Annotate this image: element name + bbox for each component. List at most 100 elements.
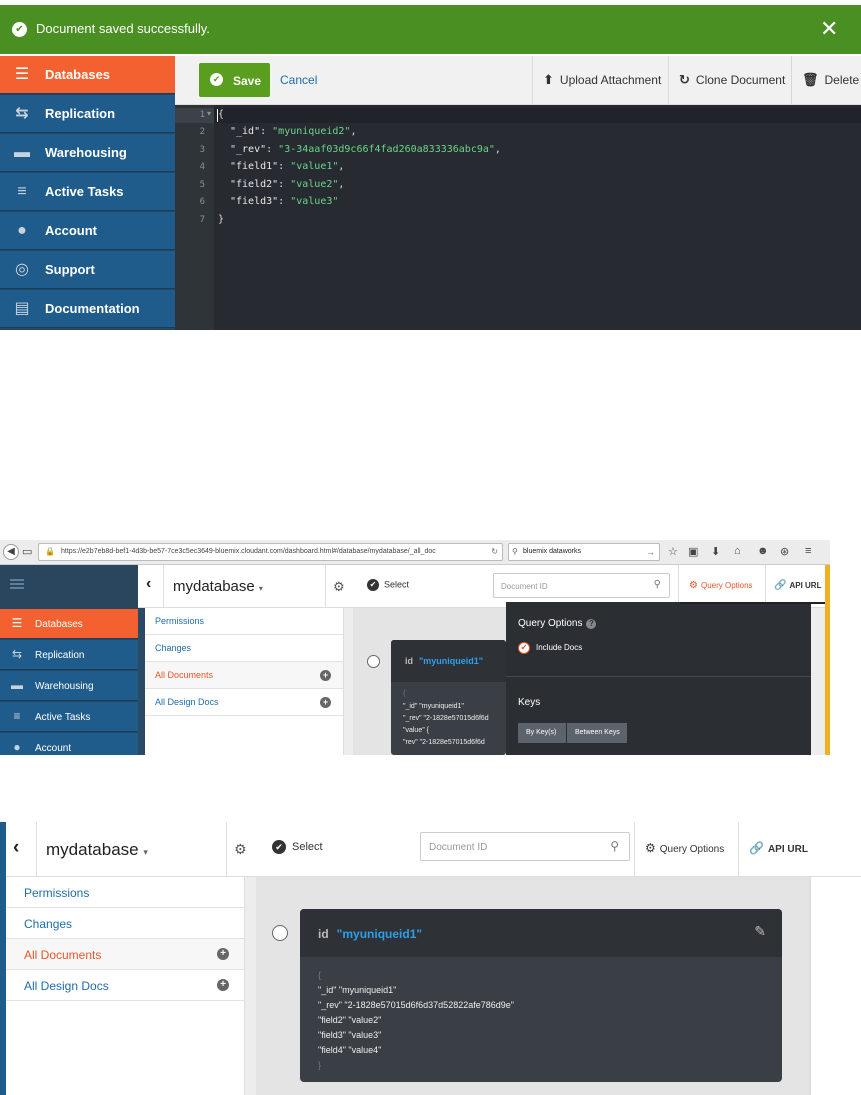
divider [325, 565, 326, 608]
sidebar-item-databases[interactable]: ☰ Databases [0, 56, 175, 94]
line-number: 1 [199, 110, 205, 120]
select-button[interactable]: ✔ Select [367, 579, 409, 591]
sidebar-item-support[interactable]: ◎ Support [0, 251, 175, 289]
between-keys-button[interactable]: Between Keys [567, 723, 627, 743]
plus-icon[interactable]: + [320, 670, 331, 681]
database-menu: Permissions Changes All Documents + All D… [145, 608, 343, 755]
include-docs-checkbox[interactable]: ✔ Include Docs [518, 642, 582, 654]
tasks-icon: ≡ [13, 709, 21, 723]
sidebar-item-warehousing[interactable]: ▬ Warehousing [0, 671, 138, 701]
fold-marker-icon[interactable]: ▾ [207, 109, 211, 118]
warehouse-icon: ▬ [14, 144, 30, 161]
sidebar-item-warehousing[interactable]: ▬ Warehousing [0, 134, 175, 172]
browser-search-field[interactable]: ⚲ bluemix dataworks → [508, 543, 660, 561]
sidebar-item-active-tasks[interactable]: ≡ Active Tasks [0, 173, 175, 211]
link-icon: 🔗 [774, 580, 787, 591]
code-line: "field1": "value1", [230, 161, 345, 172]
reader-icon[interactable]: ▭ [22, 545, 32, 558]
clipboard-icon[interactable]: ▣ [688, 545, 698, 558]
database-header: ‹ mydatabase ▾ ⚙ [138, 565, 353, 608]
gear-icon[interactable]: ⚙ [333, 579, 345, 595]
upload-icon: ⬆ [543, 72, 554, 87]
cancel-link[interactable]: Cancel [280, 73, 317, 87]
url-field[interactable]: 🔒 https://e2b7eb8d-bef1-4d3b-be57-7ce3c5… [38, 543, 503, 561]
document-card-header: id "myuniqueid1" [300, 909, 782, 957]
save-button[interactable]: ✔ Save [199, 63, 270, 97]
query-options-button[interactable]: ⚙ Query Options [634, 822, 737, 877]
hamburger-icon[interactable] [10, 579, 24, 589]
back-icon[interactable]: ◀ [3, 544, 19, 560]
database-selector[interactable]: mydatabase ▾ [46, 840, 148, 860]
reload-icon[interactable]: ↻ [491, 547, 498, 556]
document-card-header: id "myuniqueid1" [391, 640, 506, 682]
menu-icon[interactable]: ≡ [805, 545, 811, 557]
tasks-icon: ≡ [17, 183, 27, 200]
document-card[interactable]: id "myuniqueid1" { "_id" "myuniqueid1" "_… [391, 640, 506, 755]
trash-icon: 🗑 [802, 72, 819, 87]
keys-heading: Keys [518, 697, 541, 708]
home-icon[interactable]: ⌂ [734, 545, 741, 557]
json-line: "_id" "myuniqueid1" [318, 985, 397, 995]
delete-button[interactable]: 🗑 Delete [791, 56, 861, 104]
select-button[interactable]: ✔ Select [272, 840, 323, 854]
menu-scrollbar[interactable] [244, 877, 256, 1095]
sidebar-item-account[interactable]: ● Account [0, 212, 175, 250]
code-line: "_rev": "3-34aaf03d9c66f4fad260a833336ab… [230, 144, 501, 155]
browser-toolbar: ◀ ▭ 🔒 https://e2b7eb8d-bef1-4d3b-be57-7c… [0, 540, 830, 565]
query-options-title: Query Options? [518, 618, 597, 629]
pencil-icon[interactable]: ✎ [754, 923, 766, 940]
sidebar-item-databases[interactable]: ☰ Databases [0, 609, 138, 639]
go-arrow-icon[interactable]: → [646, 547, 655, 557]
sidebar-edge [138, 608, 145, 755]
by-keys-button[interactable]: By Key(s) [518, 723, 566, 743]
code-line: "field2": "value2", [230, 179, 345, 190]
api-url-button[interactable]: 🔗 API URL [738, 822, 810, 877]
menu-item-changes[interactable]: Changes [6, 908, 244, 939]
sidebar-item-replication[interactable]: ⇆ Replication [0, 640, 138, 670]
plus-icon[interactable]: + [320, 697, 331, 708]
book-icon: ▤ [14, 300, 30, 317]
document-card[interactable]: id "myuniqueid1" ✎ { "_id" "myuniqueid1" … [300, 909, 782, 1082]
upload-attachment-button[interactable]: ⬆ Upload Attachment [532, 56, 668, 104]
json-editor[interactable]: 1 ▾ 2 3 4 5 6 7 { "_id": "myuniqueid2", … [175, 105, 861, 330]
json-line: "_rev" "2-1828e57015d6f6d [403, 715, 489, 722]
menu-item-permissions[interactable]: Permissions [145, 608, 343, 635]
plus-icon[interactable]: + [217, 948, 229, 960]
menu-item-all-documents[interactable]: All Documents + [145, 662, 343, 689]
line-gutter: 1 ▾ 2 3 4 5 6 7 [175, 105, 214, 330]
document-select-radio[interactable] [367, 655, 380, 668]
sidebar-item-active-tasks[interactable]: ≡ Active Tasks [0, 702, 138, 732]
line-number: 7 [199, 215, 205, 225]
chevron-left-icon[interactable]: ‹ [13, 837, 19, 859]
menu-item-permissions[interactable]: Permissions [6, 877, 244, 908]
divider [506, 676, 811, 677]
sidebar-item-account[interactable]: ● Account [0, 733, 138, 755]
menu-item-all-design-docs[interactable]: All Design Docs + [145, 689, 343, 716]
document-id-input[interactable]: Document ID ⚲ [420, 832, 630, 861]
check-circle-icon: ✔ [367, 579, 379, 591]
sidebar-item-replication[interactable]: ⇆ Replication [0, 95, 175, 133]
menu-item-all-design-docs[interactable]: All Design Docs + [6, 970, 244, 1001]
search-icon: ⚲ [653, 579, 661, 590]
gears-icon: ⚙ [645, 841, 656, 855]
download-icon[interactable]: ⬇ [711, 545, 720, 558]
menu-item-changes[interactable]: Changes [145, 635, 343, 662]
search-icon: ⚲ [512, 547, 518, 556]
sidebar-item-documentation[interactable]: ▤ Documentation [0, 290, 175, 328]
bookmark-star-icon[interactable]: ☆ [668, 545, 678, 558]
plus-icon[interactable]: + [217, 979, 229, 991]
document-id-input[interactable]: Document ID ⚲ [493, 573, 670, 598]
clone-document-button[interactable]: ↻ Clone Document [668, 56, 791, 104]
document-select-radio[interactable] [272, 925, 288, 941]
menu-scrollbar[interactable] [343, 608, 353, 755]
query-options-panel: Query Options? ✔ Include Docs Keys By Key… [506, 602, 811, 755]
code-line: } [218, 214, 225, 225]
close-icon[interactable]: ✕ [820, 16, 838, 42]
gear-icon[interactable]: ⚙ [234, 841, 247, 858]
database-selector[interactable]: mydatabase ▾ [173, 578, 263, 595]
extension-icon[interactable]: ⊛ [780, 545, 789, 558]
smiley-icon[interactable]: ☻ [757, 545, 769, 557]
menu-item-all-documents[interactable]: All Documents + [6, 939, 244, 970]
chevron-left-icon[interactable]: ‹ [146, 575, 151, 593]
panel-border [680, 602, 825, 604]
